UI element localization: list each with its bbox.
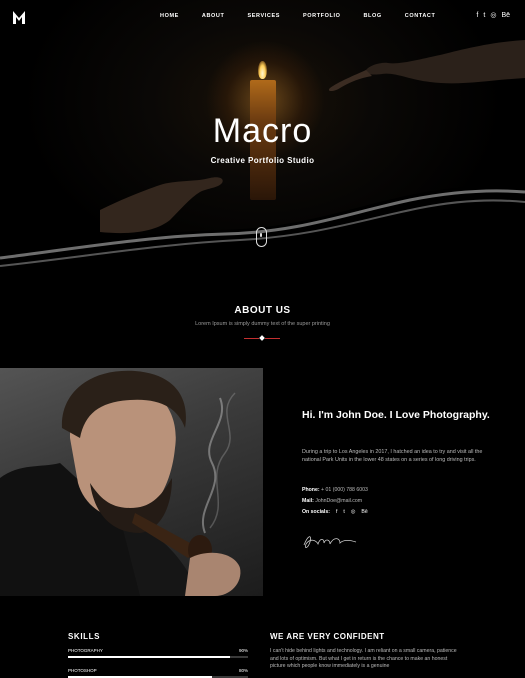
phone-row: Phone: + 01 (000) 788 6003: [302, 487, 368, 493]
logo-icon[interactable]: [12, 9, 26, 25]
profile-photo: [0, 368, 263, 596]
header-social-links: f t ◎ Bē: [476, 11, 510, 20]
hero-wave-divider: [0, 186, 525, 280]
scroll-down-mouse-icon[interactable]: [256, 227, 267, 247]
mail-label: Mail:: [302, 498, 314, 504]
hero-subtitle: Creative Portfolio Studio: [210, 156, 315, 165]
top-navbar: HOME ABOUT SERVICES PORTFOLIO BLOG CONTA…: [0, 0, 525, 34]
phone-label: Phone:: [302, 487, 320, 493]
main-menu: HOME ABOUT SERVICES PORTFOLIO BLOG CONTA…: [160, 13, 458, 19]
nav-contact[interactable]: CONTACT: [405, 13, 436, 19]
nav-blog[interactable]: BLOG: [363, 13, 381, 19]
bio-heading: Hi. I'm John Doe. I Love Photography.: [302, 409, 490, 421]
about-subtitle: Lorem Ipsum is simply dummy text of the …: [195, 321, 330, 327]
social-label: On socials:: [302, 509, 330, 515]
nav-home[interactable]: HOME: [160, 13, 179, 19]
facebook-icon[interactable]: f: [336, 509, 337, 515]
phone-value[interactable]: + 01 (000) 788 6003: [321, 487, 368, 493]
skill-percent: 90%: [238, 648, 248, 653]
bio-social-row: On socials: f t ◎ Bē: [302, 509, 368, 515]
signature-image: [303, 536, 357, 548]
mail-value[interactable]: JohnDoe@mail.com: [315, 498, 362, 504]
nav-about[interactable]: ABOUT: [202, 13, 225, 19]
hand-right-image: [328, 40, 525, 91]
twitter-icon[interactable]: t: [483, 11, 485, 20]
skill-label: PHOTOGRAPHY: [68, 648, 103, 653]
nav-services[interactable]: SERVICES: [247, 13, 280, 19]
facebook-icon[interactable]: f: [476, 11, 478, 20]
bio-text: During a trip to Los Angeles in 2017, I …: [302, 449, 483, 463]
skill-label: PHOTOSHOP: [68, 668, 97, 673]
confident-title: WE ARE VERY CONFIDENT: [270, 632, 385, 641]
twitter-icon[interactable]: t: [343, 509, 344, 515]
nav-portfolio[interactable]: PORTFOLIO: [303, 13, 340, 19]
hero-section: Macro Creative Portfolio Studio: [0, 0, 525, 290]
about-title: ABOUT US: [234, 305, 291, 316]
instagram-icon[interactable]: ◎: [351, 509, 356, 515]
diamond-icon: [259, 335, 265, 341]
skill-bar: [68, 656, 248, 658]
mail-row: Mail: JohnDoe@mail.com: [302, 498, 362, 504]
candle-flame: [258, 61, 267, 79]
behance-icon[interactable]: Bē: [361, 509, 367, 515]
confident-text: I can't hide behind lights and technolog…: [270, 648, 457, 669]
section-divider: [244, 335, 280, 341]
behance-icon[interactable]: Bē: [501, 11, 510, 20]
instagram-icon[interactable]: ◎: [490, 11, 496, 20]
skill-percent: 80%: [238, 668, 248, 673]
skills-title: SKILLS: [68, 632, 101, 641]
hero-title: Macro: [212, 112, 313, 150]
